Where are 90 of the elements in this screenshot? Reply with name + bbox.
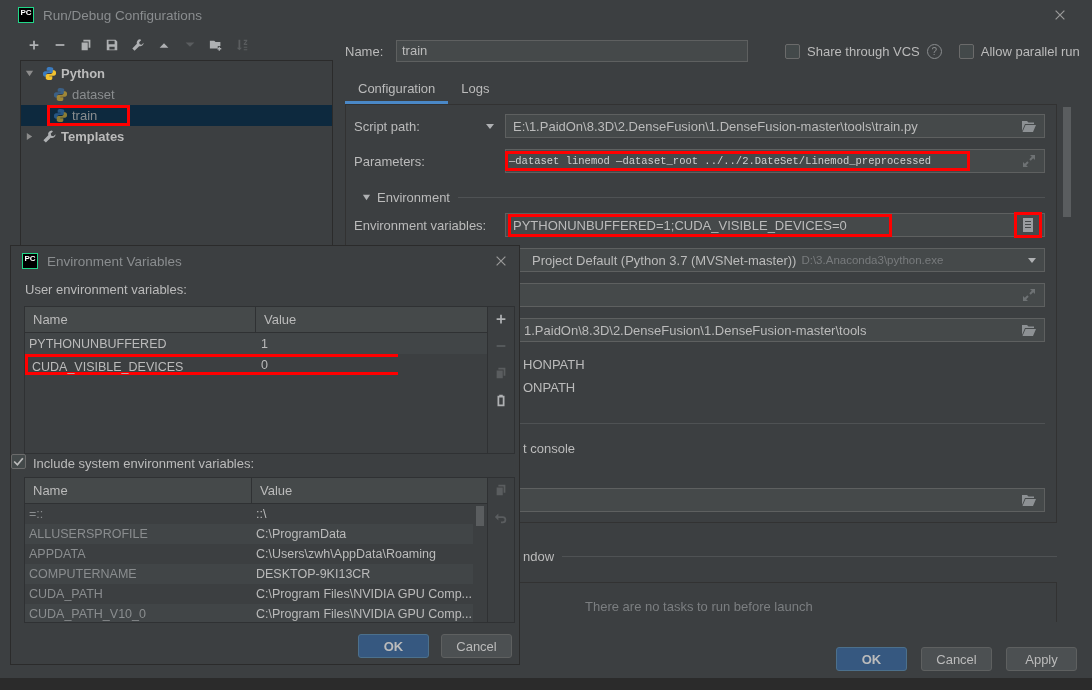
option-text: ONPATH: [523, 380, 576, 395]
expand-icon[interactable]: [1021, 153, 1037, 169]
table-cell-text: C:\Users\zwh\AppData\Roaming: [255, 547, 436, 561]
tree-item[interactable]: Templates: [61, 129, 125, 144]
script-path-field[interactable]: E:\1.PaidOn\8.3D\2.DenseFusion\1.DenseFusion-master\tools\train.py: [505, 114, 1045, 138]
save-icon: [105, 38, 119, 52]
column-header[interactable]: Value: [256, 307, 297, 332]
checkbox[interactable]: [11, 454, 26, 469]
copy-icon: [494, 483, 508, 497]
name-label: Name:: [345, 43, 385, 59]
plus-icon: [494, 312, 508, 326]
wrench-icon: [131, 38, 145, 52]
wrench-icon: [42, 129, 57, 144]
name-field[interactable]: train: [396, 40, 748, 62]
python-icon: [42, 66, 57, 81]
app-logo: PC: [18, 7, 34, 23]
dialog-title: Environment Variables: [47, 253, 182, 269]
close-icon[interactable]: [1053, 8, 1067, 22]
table-cell-text: CUDA_PATH_V10_0: [28, 607, 147, 621]
plus-icon: [27, 38, 41, 52]
ok-button[interactable]: OK: [836, 647, 907, 671]
table-cell-text: APPDATA: [28, 547, 87, 561]
section-title: ndow: [523, 548, 555, 564]
document-icon[interactable]: [1020, 217, 1036, 233]
scrollbar-thumb[interactable]: [1063, 107, 1071, 217]
table-cell-text: CUDA_PATH: [28, 587, 104, 601]
table-cell-text: ALLUSERSPROFILE: [28, 527, 149, 541]
field-value: 1.PaidOn\8.3D\2.DenseFusion\1.DenseFusion-master\tools: [523, 321, 868, 340]
parameters-field[interactable]: —dataset linemod —dataset_root ../../2.DateSet/Linemod_preprocessed: [505, 149, 1045, 173]
table-cell-text: C:\ProgramData: [255, 527, 347, 541]
dropdown-arrow-icon[interactable]: [1027, 255, 1037, 265]
copy-icon: [494, 366, 508, 380]
app-logo: PC: [22, 253, 38, 269]
field-value: E:\1.PaidOn\8.3D\2.DenseFusion\1.DenseFusion-master\tools\train.py: [512, 117, 919, 136]
field-label: Parameters:: [354, 153, 425, 169]
python-icon: [53, 108, 68, 123]
tab[interactable]: Configuration: [345, 75, 449, 104]
tab[interactable]: Logs: [448, 75, 503, 104]
field-value: —dataset linemod —dataset_root ../../2.DateSet/Linemod_preprocessed: [505, 151, 971, 171]
table-cell-text: 0: [260, 357, 268, 372]
expand-icon[interactable]: [1021, 287, 1037, 303]
tree-item[interactable]: Python: [61, 66, 106, 81]
table-cell-text: COMPUTERNAME: [28, 567, 138, 581]
table-cell-text: =::: [28, 507, 45, 521]
folder-icon[interactable]: [1021, 118, 1037, 134]
expand-toggle-icon[interactable]: [25, 69, 34, 78]
collapse-toggle-icon[interactable]: [362, 192, 371, 202]
option-text: t console: [523, 441, 576, 456]
folder-icon[interactable]: [1021, 492, 1037, 508]
wrench-button[interactable]: [129, 36, 147, 54]
option-text: HONPATH: [523, 357, 585, 372]
table-cell-text: C:\Program Files\NVIDIA GPU Comp...: [255, 607, 473, 621]
column-header[interactable]: Value: [252, 478, 293, 503]
column-header[interactable]: Name: [25, 307, 256, 332]
expand-toggle-icon[interactable]: [25, 132, 34, 141]
section-title: Environment: [377, 189, 450, 205]
close-icon[interactable]: [494, 254, 508, 268]
section-label: User environment variables:: [25, 281, 188, 299]
dropdown-value: Project Default (Python 3.7 (MVSNet-master)): [532, 252, 797, 268]
checkbox-label: Include system environment variables:: [33, 456, 255, 471]
tree-item[interactable]: dataset: [72, 87, 115, 102]
checkbox[interactable]: [785, 43, 800, 59]
copy-icon: [79, 38, 93, 52]
folder-icon[interactable]: [1021, 322, 1037, 338]
python-icon: [53, 87, 68, 102]
folder-plus-icon: [209, 38, 223, 52]
field-label: Script path:: [354, 118, 420, 134]
window-title: Run/Debug Configurations: [43, 7, 203, 23]
table-cell-text: C:\Program Files\NVIDIA GPU Comp...: [255, 587, 473, 601]
table-cell-text: PYTHONUNBUFFERED: [28, 336, 168, 351]
field-label: Environment variables:: [354, 217, 487, 233]
dialog-button[interactable]: Apply: [1006, 647, 1077, 671]
cancel-button[interactable]: Cancel: [441, 634, 512, 658]
field-value: PYTHONUNBUFFERED=1;CUDA_VISIBLE_DEVICES=0: [508, 213, 892, 237]
table-cell-text: ::\: [255, 507, 267, 521]
dialog-button[interactable]: Cancel: [921, 647, 992, 671]
environment-variables-field[interactable]: PYTHONUNBUFFERED=1;CUDA_VISIBLE_DEVICES=0: [505, 213, 1045, 237]
sort-icon: [235, 38, 249, 52]
ok-button[interactable]: OK: [358, 634, 429, 658]
selected-tree-row[interactable]: train: [21, 105, 332, 126]
empty-list-message: There are no tasks to run before launch: [585, 599, 813, 614]
table-cell-text: 1: [260, 336, 268, 351]
checkbox-label: Share through VCS: [807, 43, 920, 59]
tree-item[interactable]: train: [72, 108, 98, 123]
checkbox[interactable]: [958, 43, 974, 59]
checkbox-label: Allow parallel run: [980, 43, 1080, 59]
column-header[interactable]: Name: [25, 478, 252, 503]
table-cell-text: DESKTOP-9KI13CR: [255, 567, 371, 581]
dropdown-arrow-icon[interactable]: [485, 121, 495, 131]
scrollbar-thumb[interactable]: [476, 506, 484, 526]
